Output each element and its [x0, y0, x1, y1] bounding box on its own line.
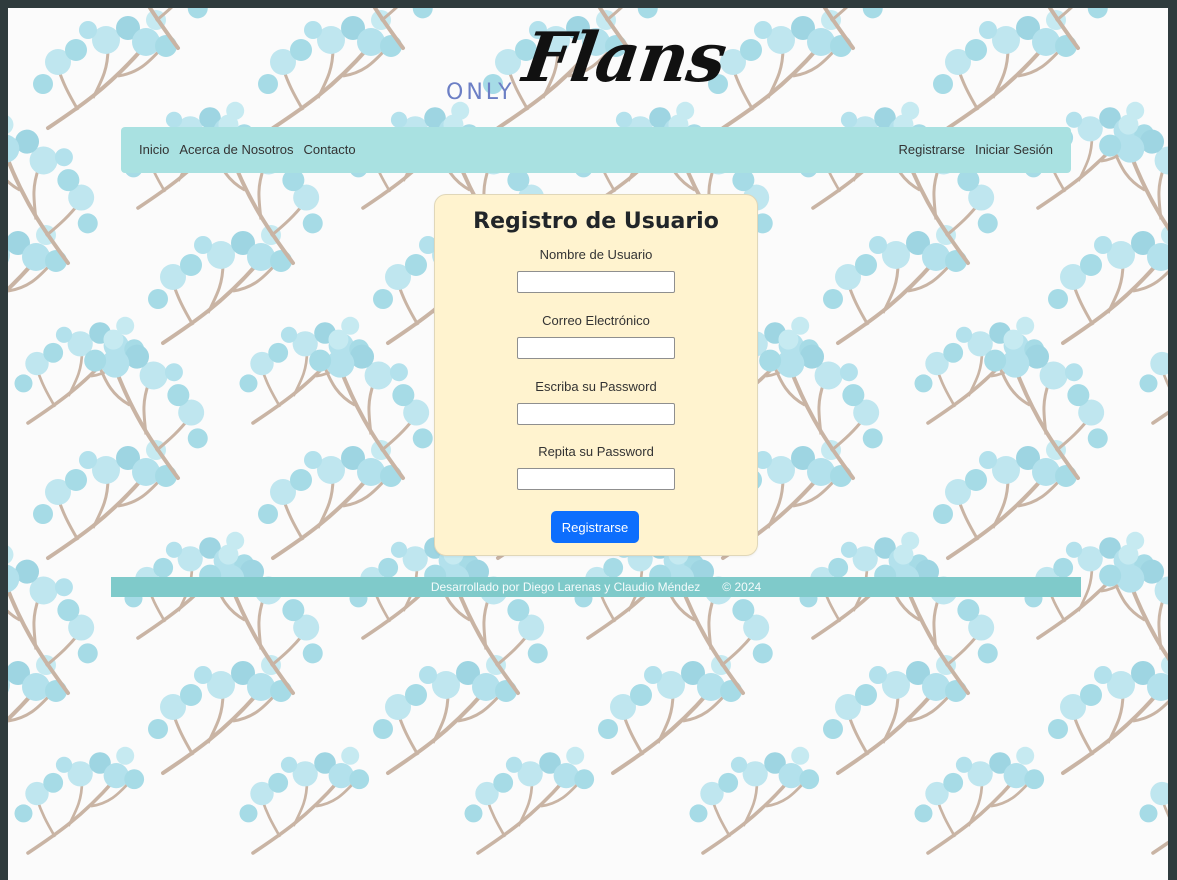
nav-right: Registrarse Iniciar Sesión — [898, 142, 1053, 157]
field-group-username: Nombre de Usuario — [435, 247, 757, 293]
register-button[interactable]: Registrarse — [551, 511, 639, 543]
field-group-password-repeat: Repita su Password — [435, 444, 757, 490]
field-group-email: Correo Electrónico — [435, 313, 757, 359]
password-label: Escriba su Password — [535, 379, 657, 394]
navbar: Inicio Acerca de Nosotros Contacto Regis… — [121, 127, 1071, 173]
nav-link-inicio[interactable]: Inicio — [139, 142, 169, 157]
password-repeat-input[interactable] — [517, 468, 675, 490]
footer: Desarrollado por Diego Larenas y Claudio… — [111, 577, 1081, 597]
username-label: Nombre de Usuario — [539, 247, 653, 262]
page: ONLY Flans Inicio Acerca de Nosotros Con… — [8, 8, 1168, 880]
nav-left: Inicio Acerca de Nosotros Contacto — [139, 142, 356, 157]
password-repeat-label: Repita su Password — [538, 444, 654, 459]
register-card: Registro de Usuario Nombre de Usuario Co… — [434, 194, 758, 556]
register-title: Registro de Usuario — [473, 209, 719, 234]
nav-link-acerca[interactable]: Acerca de Nosotros — [179, 142, 293, 157]
footer-year: © 2024 — [722, 580, 762, 594]
email-label: Correo Electrónico — [542, 313, 650, 328]
logo-name: Flans — [518, 18, 731, 98]
username-input[interactable] — [517, 271, 675, 293]
nav-link-registrarse[interactable]: Registrarse — [898, 142, 964, 157]
logo-prefix: ONLY — [446, 80, 515, 105]
password-input[interactable] — [517, 403, 675, 425]
nav-link-iniciar-sesion[interactable]: Iniciar Sesión — [975, 142, 1053, 157]
email-input[interactable] — [517, 337, 675, 359]
field-group-password: Escriba su Password — [435, 379, 757, 425]
nav-link-contacto[interactable]: Contacto — [304, 142, 356, 157]
site-logo[interactable]: ONLY Flans — [446, 18, 766, 112]
footer-credits: Desarrollado por Diego Larenas y Claudio… — [430, 580, 701, 594]
